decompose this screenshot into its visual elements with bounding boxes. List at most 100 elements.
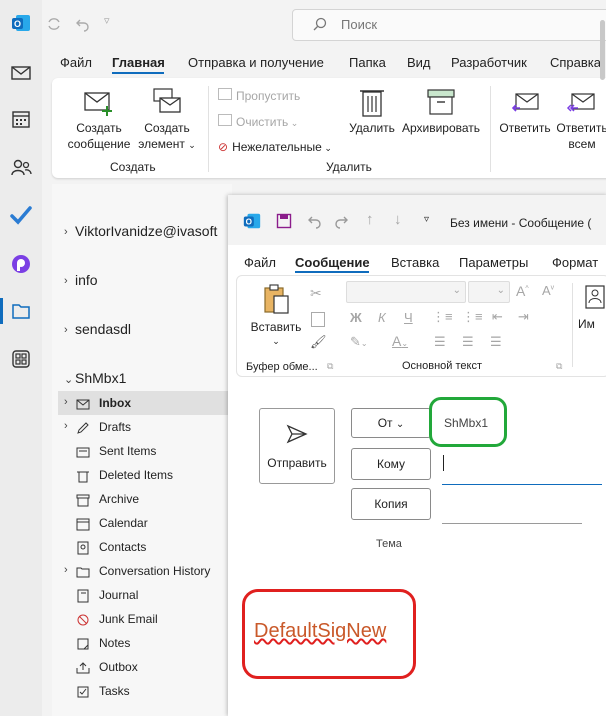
mail-icon[interactable] <box>10 62 32 84</box>
numbering-icon[interactable]: ⋮≡ <box>462 309 483 325</box>
archive-button[interactable]: Архивировать <box>400 86 482 146</box>
people-icon[interactable] <box>10 156 32 178</box>
collapse-chevron-icon[interactable]: ⌄ <box>64 373 73 386</box>
format-painter-icon[interactable]: 🖌 <box>310 334 327 350</box>
apps-icon[interactable] <box>10 348 32 370</box>
dialog-launcher-icon[interactable]: ⧉ <box>327 361 333 372</box>
arrow-up-icon[interactable]: ↑ <box>366 211 374 228</box>
undo-icon[interactable] <box>306 213 322 229</box>
decrease-indent-icon[interactable]: ⇤ <box>492 309 503 325</box>
cc-button[interactable]: Копия <box>351 488 431 520</box>
outlook-logo-icon[interactable]: O <box>10 12 32 34</box>
undo-icon[interactable] <box>74 16 90 32</box>
folder-item[interactable]: Deleted Items <box>99 468 173 482</box>
from-button[interactable]: От ⌄ <box>351 408 431 438</box>
tab-view[interactable]: Вид <box>407 55 431 70</box>
underline-icon[interactable]: Ч <box>404 310 413 325</box>
align-center-icon[interactable]: ☰ <box>462 334 474 350</box>
folder-item[interactable]: Calendar <box>99 516 148 530</box>
tab-file[interactable]: Файл <box>60 55 92 70</box>
folder-item[interactable]: Journal <box>99 588 138 602</box>
expand-chevron-icon[interactable]: › <box>64 226 68 238</box>
save-icon[interactable] <box>276 213 292 229</box>
tab-folder[interactable]: Папка <box>349 55 386 70</box>
compose-tab-options[interactable]: Параметры <box>459 255 528 270</box>
bold-icon[interactable]: Ж <box>350 310 362 325</box>
delete-button[interactable]: Удалить <box>346 86 398 146</box>
align-right-icon[interactable]: ☰ <box>490 334 502 350</box>
dialog-launcher-icon[interactable]: ⧉ <box>556 361 562 372</box>
folder-item[interactable]: Tasks <box>99 684 130 698</box>
basic-text-group-label: Основной текст <box>402 360 482 372</box>
names-icon[interactable] <box>584 284 606 310</box>
font-name-select[interactable]: ⌄ <box>346 281 466 303</box>
tab-help[interactable]: Справка <box>550 55 601 70</box>
compose-tab-file[interactable]: Файл <box>244 255 276 270</box>
folder-item[interactable]: Outbox <box>99 660 138 674</box>
loop-app-icon[interactable] <box>10 253 32 275</box>
copy-icon[interactable] <box>311 312 325 327</box>
names-label: Им <box>578 317 595 331</box>
search-box[interactable]: Поиск <box>292 9 606 41</box>
font-size-select[interactable]: ⌄ <box>468 281 510 303</box>
folder-item[interactable]: Archive <box>99 492 139 506</box>
folder-item[interactable]: Notes <box>99 636 130 650</box>
reply-button[interactable]: Ответить <box>496 86 554 146</box>
compose-tab-format[interactable]: Формат <box>552 255 598 270</box>
compose-tab-message[interactable]: Сообщение <box>295 255 370 270</box>
arrow-down-icon[interactable]: ↓ <box>394 211 402 228</box>
customize-toolbar-icon[interactable]: ▿ <box>424 214 429 225</box>
tab-send-receive[interactable]: Отправка и получение <box>188 55 324 70</box>
compose-tab-insert[interactable]: Вставка <box>391 255 439 270</box>
account-info[interactable]: info <box>75 272 98 288</box>
expand-chevron-icon[interactable]: › <box>64 420 68 432</box>
cc-input[interactable] <box>442 523 582 524</box>
folder-item[interactable]: Inbox <box>99 396 131 410</box>
redo-icon[interactable] <box>334 213 350 229</box>
new-message-button[interactable]: Создать сообщение <box>66 86 132 156</box>
sync-icon[interactable] <box>46 16 62 32</box>
customize-toolbar-icon[interactable]: ▿ <box>104 14 110 27</box>
paste-button[interactable]: Вставить ⌄ <box>246 283 306 346</box>
shrink-font-icon[interactable]: Av <box>542 283 554 298</box>
italic-icon[interactable]: К <box>378 310 386 325</box>
expand-chevron-icon[interactable]: › <box>64 324 68 336</box>
send-button[interactable]: Отправить <box>259 408 335 484</box>
folders-icon[interactable] <box>10 300 32 322</box>
folder-item[interactable]: Junk Email <box>99 612 158 626</box>
reply-all-button[interactable]: Ответить всем <box>554 86 606 156</box>
rail-active-indicator <box>0 298 3 324</box>
account-sendasdl[interactable]: sendasdl <box>75 321 131 337</box>
junk-button[interactable]: ⊘ Нежелательные ⌄ <box>218 140 332 154</box>
account-shmbx1[interactable]: ShMbx1 <box>75 370 126 386</box>
tab-developer[interactable]: Разработчик <box>451 55 527 70</box>
clean-up-button[interactable]: Очистить ⌄ <box>218 114 298 129</box>
todo-check-icon[interactable] <box>10 204 32 226</box>
new-item-button[interactable]: Создать элемент ⌄ <box>136 86 198 156</box>
new-mail-icon <box>84 92 112 116</box>
to-button[interactable]: Кому <box>351 448 431 480</box>
calendar-icon[interactable] <box>10 108 32 130</box>
ignore-button[interactable]: Пропустить <box>218 88 300 103</box>
cut-icon[interactable]: ✂ <box>310 285 322 302</box>
tab-home[interactable]: Главная <box>112 55 165 70</box>
expand-chevron-icon[interactable]: › <box>64 564 68 576</box>
align-left-icon[interactable]: ☰ <box>434 334 446 350</box>
font-color-icon[interactable]: A⌄ <box>392 333 408 349</box>
inbox-icon <box>76 399 90 410</box>
contacts-icon <box>77 541 89 555</box>
increase-indent-icon[interactable]: ⇥ <box>518 309 529 325</box>
highlight-icon[interactable]: ✎⌄ <box>350 334 368 350</box>
window-scrollbar[interactable] <box>600 20 605 80</box>
from-highlight-annotation <box>429 397 507 447</box>
grow-font-icon[interactable]: A^ <box>516 283 529 299</box>
folder-item[interactable]: Contacts <box>99 540 146 554</box>
to-input[interactable] <box>442 484 602 485</box>
folder-item[interactable]: Drafts <box>99 420 131 434</box>
folder-item[interactable]: Conversation History <box>99 564 210 578</box>
expand-chevron-icon[interactable]: › <box>64 396 68 408</box>
folder-item[interactable]: Sent Items <box>99 444 156 458</box>
bullets-icon[interactable]: ⋮≡ <box>432 309 453 325</box>
account-viktor[interactable]: ViktorIvanidze@ivasoft <box>75 223 217 239</box>
expand-chevron-icon[interactable]: › <box>64 275 68 287</box>
